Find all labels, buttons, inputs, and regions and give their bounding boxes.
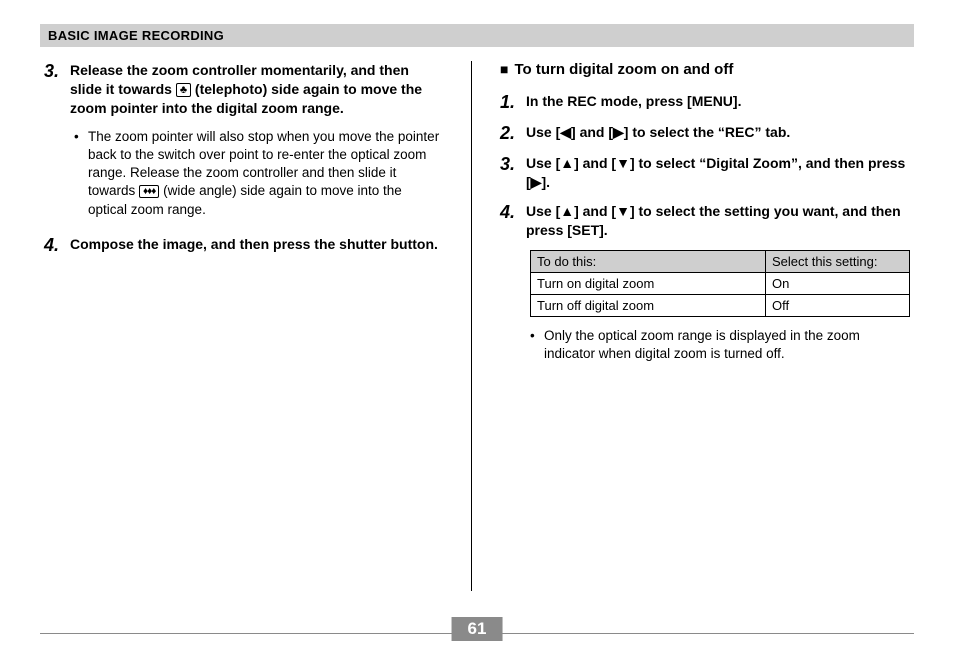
bullet-item: • The zoom pointer will also stop when y…	[74, 128, 443, 219]
step-2: 2. Use [◀] and [▶] to select the “REC” t…	[500, 123, 910, 144]
bullet-text: The zoom pointer will also stop when you…	[88, 128, 443, 219]
down-arrow-icon: ▼	[616, 155, 630, 171]
telephoto-icon: ♣	[176, 83, 191, 97]
table-row: Turn on digital zoom On	[531, 272, 910, 294]
step-text: Release the zoom controller momentarily,…	[70, 61, 443, 118]
manual-page: BASIC IMAGE RECORDING 3. Release the zoo…	[0, 0, 954, 646]
table-row: Turn off digital zoom Off	[531, 294, 910, 316]
step-number: 3.	[500, 154, 526, 192]
sub-heading: ■ To turn digital zoom on and off	[500, 61, 910, 78]
step-number: 1.	[500, 92, 526, 113]
text-fragment: Use [	[526, 155, 560, 171]
text-fragment: ] and [	[574, 203, 616, 219]
step-number: 3.	[44, 61, 70, 118]
sub-heading-text: To turn digital zoom on and off	[514, 61, 733, 78]
right-arrow-icon: ▶	[613, 124, 624, 140]
table-cell: Turn on digital zoom	[531, 272, 766, 294]
table-header-cell: To do this:	[531, 250, 766, 272]
table-header-cell: Select this setting:	[765, 250, 909, 272]
left-column: 3. Release the zoom controller momentari…	[40, 61, 447, 591]
step-number: 4.	[44, 235, 70, 256]
page-number: 61	[452, 617, 503, 641]
section-header: BASIC IMAGE RECORDING	[40, 24, 914, 47]
bullet-list: • Only the optical zoom range is display…	[530, 327, 910, 363]
step-3: 3. Use [▲] and [▼] to select “Digital Zo…	[500, 154, 910, 192]
two-column-layout: 3. Release the zoom controller momentari…	[40, 61, 914, 591]
text-fragment: Use [	[526, 203, 560, 219]
right-column: ■ To turn digital zoom on and off 1. In …	[496, 61, 914, 591]
settings-table: To do this: Select this setting: Turn on…	[530, 250, 910, 317]
step-4: 4. Compose the image, and then press the…	[44, 235, 443, 256]
right-arrow-icon: ▶	[531, 174, 542, 190]
step-text: Use [◀] and [▶] to select the “REC” tab.	[526, 123, 790, 144]
down-arrow-icon: ▼	[616, 203, 630, 219]
column-divider	[471, 61, 472, 591]
step-number: 2.	[500, 123, 526, 144]
bullet-list: • The zoom pointer will also stop when y…	[74, 128, 443, 219]
step-text: Use [▲] and [▼] to select the setting yo…	[526, 202, 910, 240]
table-cell: On	[765, 272, 909, 294]
left-arrow-icon: ◀	[560, 124, 571, 140]
text-fragment: ] to select the “REC” tab.	[624, 124, 790, 140]
step-4: 4. Use [▲] and [▼] to select the setting…	[500, 202, 910, 240]
text-fragment: ] and [	[574, 155, 616, 171]
table-cell: Off	[765, 294, 909, 316]
step-text: Use [▲] and [▼] to select “Digital Zoom”…	[526, 154, 910, 192]
step-1: 1. In the REC mode, press [MENU].	[500, 92, 910, 113]
step-text: In the REC mode, press [MENU].	[526, 92, 741, 113]
step-text: Compose the image, and then press the sh…	[70, 235, 438, 256]
step-number: 4.	[500, 202, 526, 240]
wideangle-icon: ♦♦♦	[139, 185, 159, 198]
bullet-item: • Only the optical zoom range is display…	[530, 327, 910, 363]
text-fragment: ] and [	[571, 124, 613, 140]
square-bullet-icon: ■	[500, 61, 508, 78]
text-fragment: Use [	[526, 124, 560, 140]
table-header-row: To do this: Select this setting:	[531, 250, 910, 272]
table-cell: Turn off digital zoom	[531, 294, 766, 316]
up-arrow-icon: ▲	[560, 203, 574, 219]
page-footer: 61	[40, 633, 914, 634]
step-3: 3. Release the zoom controller momentari…	[44, 61, 443, 118]
bullet-text: Only the optical zoom range is displayed…	[544, 327, 910, 363]
bullet-dot: •	[74, 128, 88, 219]
up-arrow-icon: ▲	[560, 155, 574, 171]
text-fragment: ].	[541, 174, 550, 190]
bullet-dot: •	[530, 327, 544, 363]
